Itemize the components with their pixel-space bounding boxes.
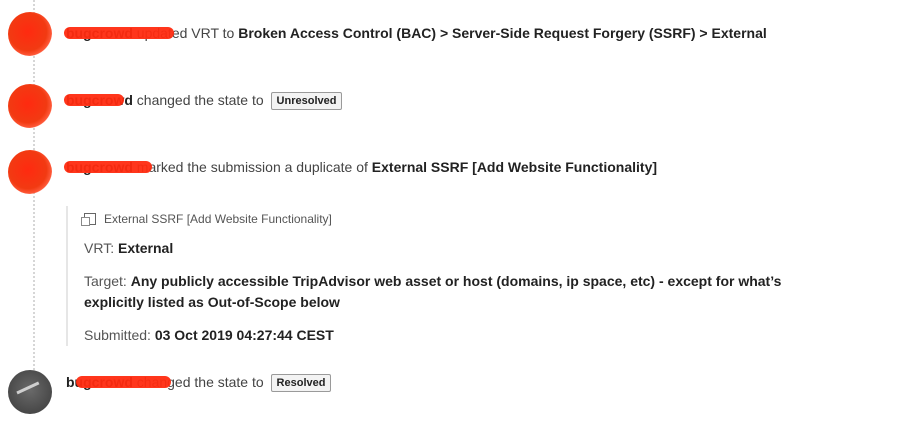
- target-row: Target: Any publicly accessible TripAdvi…: [84, 271, 824, 313]
- entry-text: bugcrowd changed the state to Resolved: [66, 374, 332, 392]
- target-label: Target:: [84, 273, 127, 289]
- entry-text: bugcrowd updated VRT to Broken Access Co…: [64, 25, 767, 41]
- entry-text: bugcrowd marked the submission a duplica…: [64, 159, 657, 175]
- duplicate-target-link[interactable]: External SSRF [Add Website Functionality…: [372, 159, 657, 175]
- vrt-path: Broken Access Control (BAC) > Server-Sid…: [238, 25, 767, 41]
- user-name[interactable]: bugcrowd: [64, 92, 137, 108]
- document-icon: [81, 213, 96, 226]
- status-badge: Unresolved: [270, 92, 343, 110]
- avatar: [8, 150, 52, 194]
- user-name[interactable]: bugcrowd: [64, 159, 152, 175]
- submitted-value: 03 Oct 2019 04:27:44 CEST: [154, 327, 334, 343]
- vrt-value: External: [117, 240, 174, 256]
- duplicate-details-card: External SSRF [Add Website Functionality…: [66, 206, 844, 346]
- redaction-mark: [64, 161, 152, 173]
- redaction-mark: [76, 376, 171, 388]
- vrt-label: VRT:: [84, 240, 115, 256]
- user-name[interactable]: bugcrowd: [64, 25, 174, 41]
- avatar: [8, 370, 52, 414]
- avatar: [8, 84, 52, 128]
- duplicate-submission-link[interactable]: External SSRF [Add Website Functionality…: [81, 212, 844, 226]
- submitted-row: Submitted: 03 Oct 2019 04:27:44 CEST: [84, 325, 844, 346]
- action-text: marked the submission a duplicate of: [136, 159, 368, 175]
- entry-text: bugcrowd changed the state to Unresolved: [64, 92, 343, 110]
- target-value: Any publicly accessible TripAdvisor web …: [84, 273, 782, 310]
- user-name[interactable]: bugcrowd: [66, 374, 171, 390]
- timeline-connector: [33, 0, 35, 398]
- redaction-mark: [64, 27, 174, 39]
- status-badge: Resolved: [270, 374, 332, 392]
- submitted-label: Submitted:: [84, 327, 151, 343]
- avatar: [8, 12, 52, 56]
- action-text: changed the state to: [136, 92, 264, 108]
- redaction-mark: [64, 94, 124, 106]
- duplicate-submission-title: External SSRF [Add Website Functionality…: [104, 212, 332, 226]
- vrt-row: VRT: External: [84, 238, 844, 259]
